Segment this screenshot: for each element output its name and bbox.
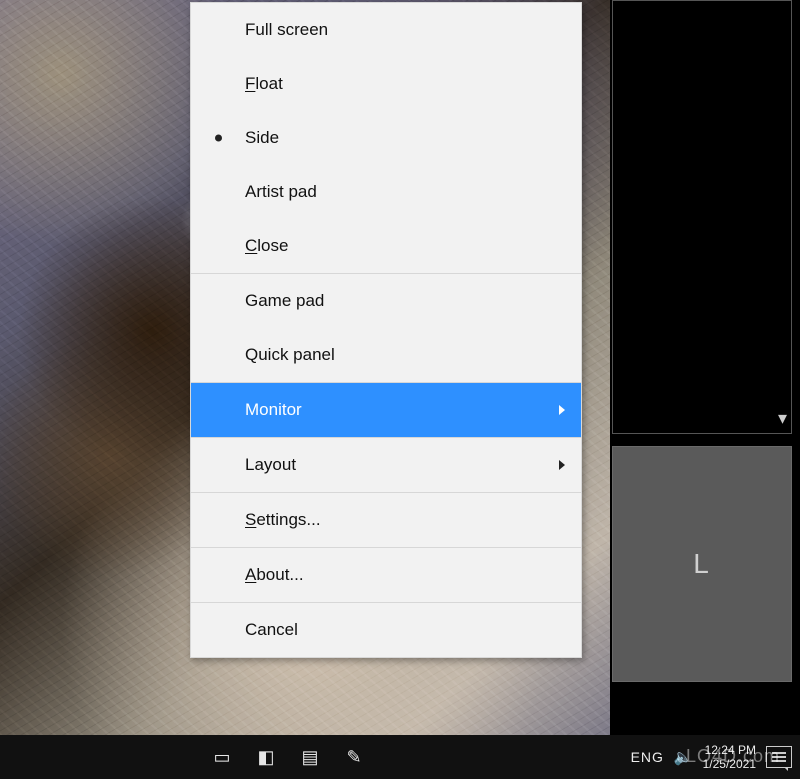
menu-item-monitor[interactable]: Monitor <box>191 383 581 437</box>
menu-item-full-screen[interactable]: Full screen <box>191 3 581 57</box>
menu-item-game-pad[interactable]: Game pad <box>191 274 581 328</box>
clock[interactable]: 12:24 PM 1/25/2021 <box>703 743 756 772</box>
action-center-icon[interactable] <box>766 746 792 768</box>
menu-item-label: Close <box>245 236 288 256</box>
volume-icon[interactable]: 🔈 <box>674 748 693 766</box>
side-panel-upper[interactable]: ▾ <box>612 0 792 434</box>
side-panel-letter: L <box>693 548 711 580</box>
menu-item-float[interactable]: Float <box>191 57 581 111</box>
menu-item-label: Game pad <box>245 291 324 311</box>
menu-item-label: About... <box>245 565 304 585</box>
menu-item-label: Artist pad <box>245 182 317 202</box>
menu-item-quick-panel[interactable]: Quick panel <box>191 328 581 382</box>
chevron-down-icon[interactable]: ▾ <box>778 408 787 429</box>
submenu-arrow-icon <box>559 460 565 470</box>
submenu-arrow-icon <box>559 405 565 415</box>
menu-item-label: Float <box>245 74 283 94</box>
ime-language[interactable]: ENG <box>631 749 664 765</box>
menu-item-cancel[interactable]: Cancel <box>191 603 581 657</box>
taskbar-app-1[interactable]: ▭ <box>206 741 238 773</box>
taskbar: ▭ ◧ ▤ ✎ ENG 🔈 12:24 PM 1/25/2021 <box>0 735 800 779</box>
menu-item-label: Side <box>245 128 279 148</box>
menu-item-layout[interactable]: Layout <box>191 438 581 492</box>
clock-time: 12:24 PM <box>703 743 756 757</box>
system-tray: ENG 🔈 12:24 PM 1/25/2021 <box>631 743 800 772</box>
check-dot-icon <box>215 135 222 142</box>
clock-date: 1/25/2021 <box>703 757 756 771</box>
menu-item-close[interactable]: Close <box>191 219 581 273</box>
side-panel-lower[interactable]: L <box>612 446 792 682</box>
taskbar-app-4[interactable]: ✎ <box>338 741 370 773</box>
taskbar-app-2[interactable]: ◧ <box>250 741 282 773</box>
menu-item-label: Monitor <box>245 400 302 420</box>
menu-item-label: Layout <box>245 455 296 475</box>
context-menu: Full screen Float Side Artist pad Close Game … <box>190 2 582 658</box>
menu-item-artist-pad[interactable]: Artist pad <box>191 165 581 219</box>
menu-item-label: Cancel <box>245 620 298 640</box>
menu-item-label: Settings... <box>245 510 321 530</box>
taskbar-app-3[interactable]: ▤ <box>294 741 326 773</box>
menu-item-about[interactable]: About... <box>191 548 581 602</box>
menu-item-side[interactable]: Side <box>191 111 581 165</box>
menu-item-label: Quick panel <box>245 345 335 365</box>
menu-item-settings[interactable]: Settings... <box>191 493 581 547</box>
menu-item-label: Full screen <box>245 20 328 40</box>
